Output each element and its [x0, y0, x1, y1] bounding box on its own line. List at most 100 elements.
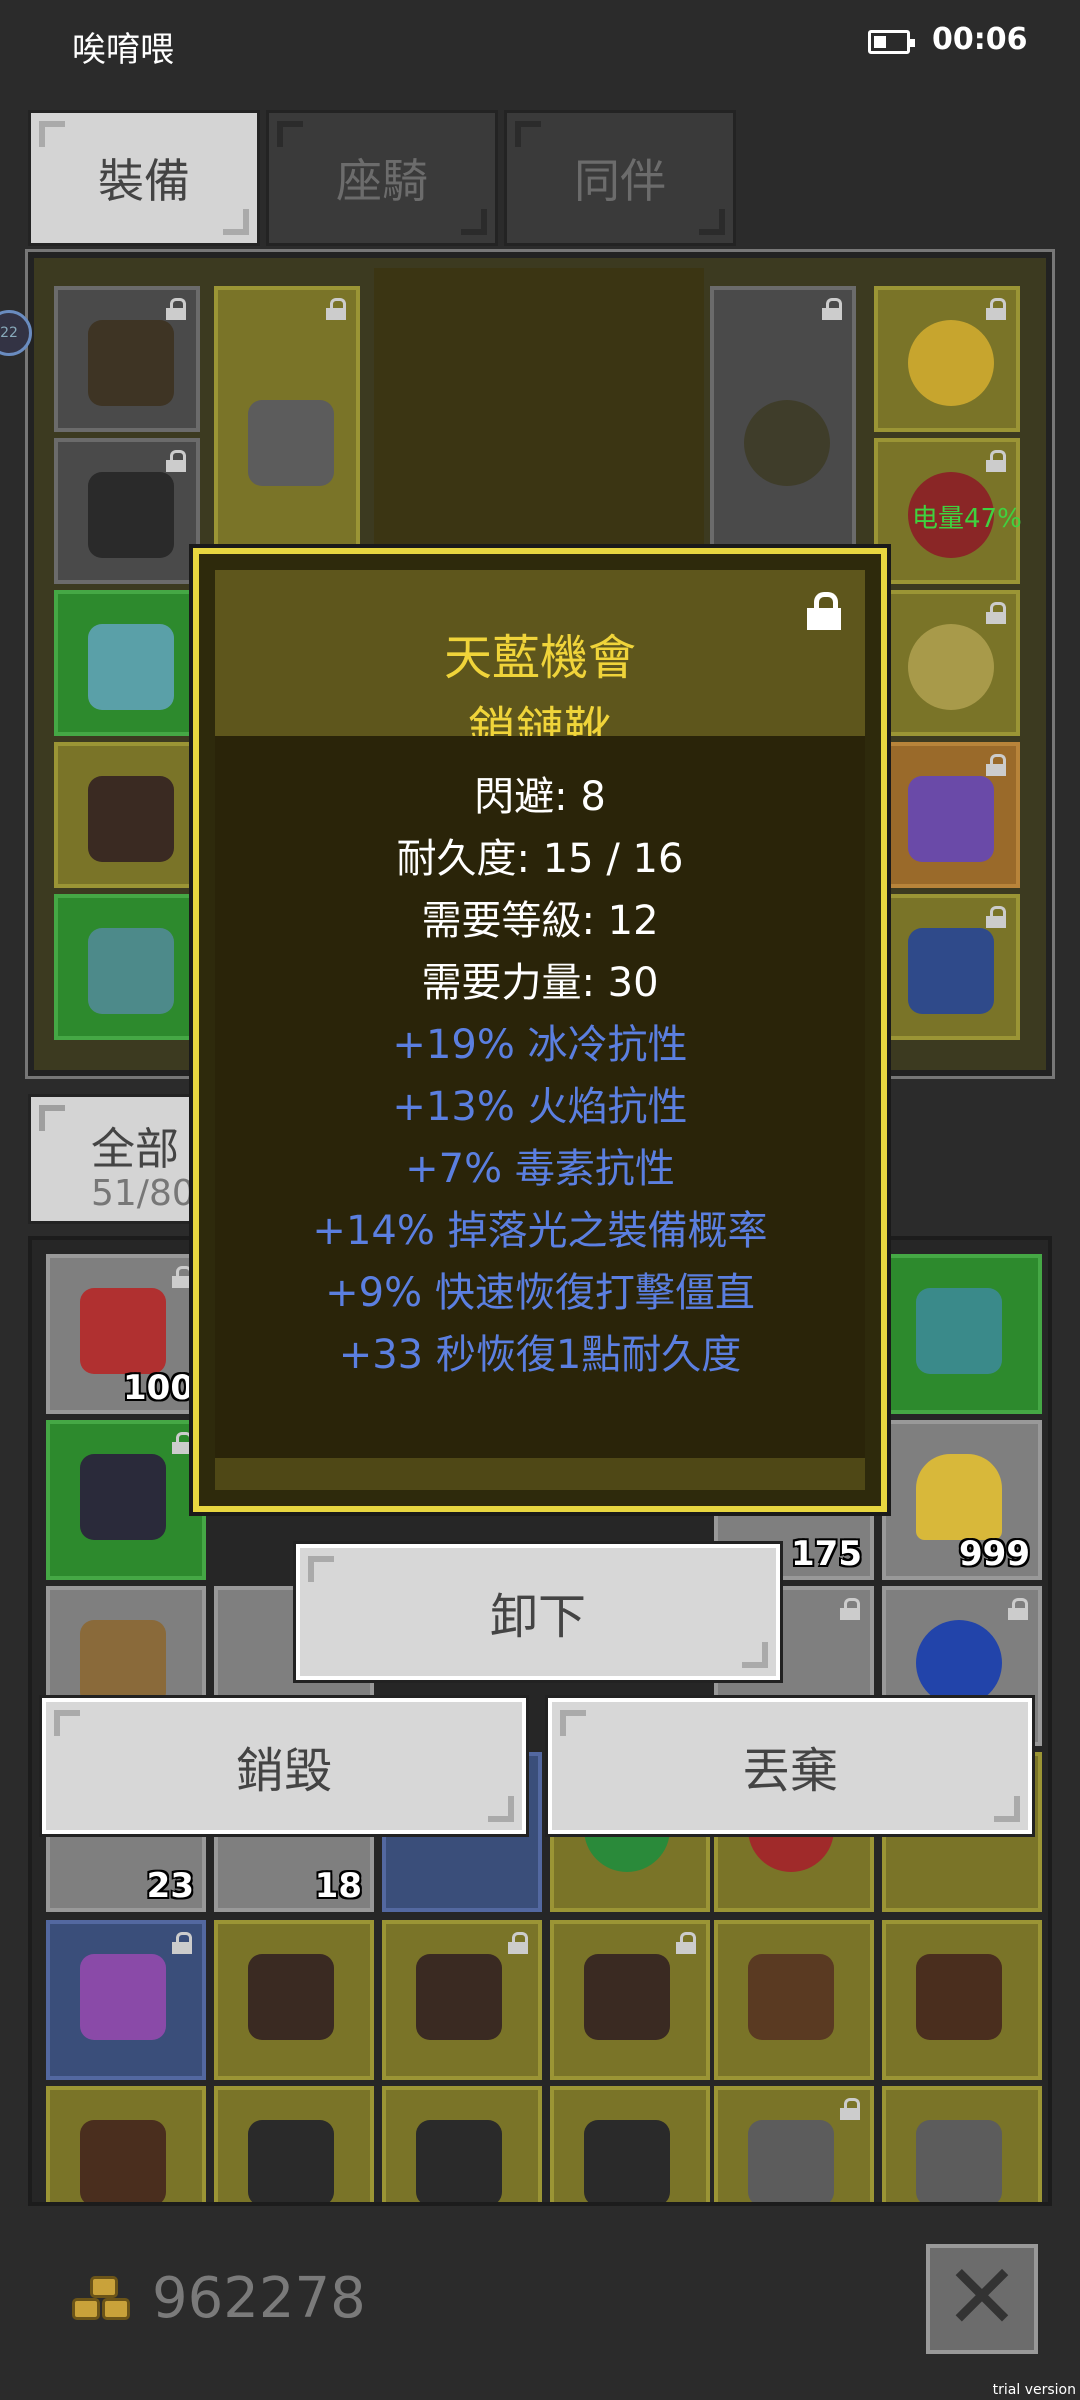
game-screen: 唉唷喂 00:06 裝備 座騎 同伴 电量47% 22 全部 51/80 100	[0, 0, 1080, 2400]
affix-line: +9% 快速恢復打擊僵直	[325, 1270, 755, 1316]
affix-line: +13% 火焰抗性	[392, 1084, 688, 1130]
slot-helmet[interactable]	[54, 286, 200, 432]
inventory-slot[interactable]	[550, 2086, 710, 2202]
tab-label: 裝備	[98, 154, 190, 208]
inventory-slot[interactable]	[46, 1920, 206, 2080]
lock-icon	[822, 298, 842, 320]
item-count: 175	[791, 1534, 862, 1574]
slot-boots[interactable]	[54, 742, 200, 888]
slot-belt[interactable]	[54, 894, 200, 1040]
book-icon	[908, 928, 994, 1014]
slot-book[interactable]	[874, 894, 1020, 1040]
lock-icon[interactable]	[807, 592, 841, 632]
slot-ring-2[interactable]	[874, 590, 1020, 736]
trial-watermark: trial version	[992, 2382, 1076, 2398]
slot-shield[interactable]	[710, 286, 856, 586]
tooltip-body: 閃避: 8 耐久度: 15 / 16 需要等級: 12 需要力量: 30 +19…	[215, 736, 865, 1458]
inventory-slot[interactable]: 999	[882, 1420, 1042, 1580]
filter-label: 全部	[91, 1124, 179, 1175]
shield-icon	[744, 400, 830, 486]
slot-weapon[interactable]	[214, 286, 360, 586]
affix-line: +19% 冰冷抗性	[392, 1022, 688, 1068]
armor-icon	[80, 1454, 166, 1540]
tab-companion[interactable]: 同伴	[504, 110, 736, 246]
inventory-slot[interactable]	[882, 1920, 1042, 2080]
inventory-slot[interactable]	[714, 1920, 874, 2080]
inventory-slot[interactable]	[382, 1920, 542, 2080]
inventory-slot[interactable]	[214, 2086, 374, 2202]
lock-icon	[840, 2098, 860, 2120]
inventory-slot[interactable]	[714, 2086, 874, 2202]
lock-icon	[172, 1266, 192, 1288]
stat-line: 需要等級: 12	[421, 898, 659, 944]
gloves-icon	[916, 1954, 1002, 2040]
item-count: 23	[146, 1866, 194, 1906]
tab-label: 座騎	[336, 154, 428, 208]
button-label: 銷毀	[235, 1743, 332, 1799]
battery-icon	[868, 30, 915, 54]
tab-equipment[interactable]: 裝備	[28, 110, 260, 246]
inventory-slot[interactable]	[46, 2086, 206, 2202]
item-count: 999	[959, 1534, 1030, 1574]
mace-icon	[916, 2120, 1002, 2202]
inventory-slot[interactable]	[382, 2086, 542, 2202]
gold-pile-icon	[916, 1454, 1002, 1540]
inventory-slot[interactable]	[882, 1254, 1042, 1414]
gloves-icon	[80, 2120, 166, 2202]
discard-button[interactable]: 丟棄	[545, 1695, 1035, 1837]
helmet-icon	[88, 320, 174, 406]
lock-icon	[676, 1932, 696, 1954]
battery-percent: 电量47%	[912, 504, 1022, 534]
tab-mount[interactable]: 座騎	[266, 110, 498, 246]
unequip-button[interactable]: 卸下	[293, 1541, 783, 1683]
item-rarity: 天藍機會	[443, 630, 636, 686]
gold-coins-icon	[72, 2276, 134, 2326]
inventory-slot[interactable]	[882, 2086, 1042, 2202]
inventory-slot[interactable]	[550, 1920, 710, 2080]
lock-icon	[508, 1932, 528, 1954]
destroy-button[interactable]: 銷毀	[39, 1695, 529, 1837]
boots-icon	[416, 1954, 502, 2040]
gift-icon	[80, 1288, 166, 1374]
inventory-slot[interactable]	[46, 1420, 206, 1580]
inventory-count: 51/80	[91, 1173, 195, 1214]
lock-icon	[986, 450, 1006, 472]
material-icon	[80, 1620, 166, 1706]
amulet-icon	[908, 320, 994, 406]
tooltip-header: 天藍機會 鎖鏈靴	[215, 570, 865, 758]
armor-icon	[416, 2120, 502, 2202]
lock-icon	[986, 298, 1006, 320]
inventory-filter-tab[interactable]: 全部 51/80	[28, 1094, 218, 1224]
item-count: 18	[314, 1866, 362, 1906]
lock-icon	[1008, 1598, 1028, 1620]
lock-icon	[986, 602, 1006, 624]
carrier-label: 唉唷喂	[72, 30, 174, 70]
charm-icon	[908, 776, 994, 862]
lock-icon	[166, 450, 186, 472]
stat-line: 耐久度: 15 / 16	[396, 836, 684, 882]
lock-icon	[172, 1432, 192, 1454]
armor-icon	[88, 472, 174, 558]
armor-icon	[584, 2120, 670, 2202]
lock-icon	[326, 298, 346, 320]
gold-amount: 962278	[152, 2266, 366, 2331]
book-icon	[80, 1954, 166, 2040]
affix-line: +33 秒恢復1點耐久度	[338, 1332, 742, 1378]
lock-icon	[166, 298, 186, 320]
slot-charm[interactable]	[874, 742, 1020, 888]
close-button[interactable]: ✕	[926, 2244, 1038, 2354]
button-label: 卸下	[489, 1589, 586, 1645]
lock-icon	[840, 1598, 860, 1620]
ring-icon	[908, 624, 994, 710]
boots-icon	[748, 1954, 834, 2040]
inventory-slot[interactable]: 100	[46, 1254, 206, 1414]
slot-gloves[interactable]	[54, 590, 200, 736]
tooltip-footer	[215, 1458, 865, 1490]
mace-icon	[248, 400, 334, 486]
inventory-slot[interactable]	[214, 1920, 374, 2080]
slot-armor[interactable]	[54, 438, 200, 584]
status-bar: 唉唷喂 00:06	[0, 0, 1080, 90]
item-count: 100	[123, 1368, 194, 1408]
slot-amulet[interactable]	[874, 286, 1020, 432]
affix-line: +7% 毒素抗性	[405, 1146, 675, 1192]
